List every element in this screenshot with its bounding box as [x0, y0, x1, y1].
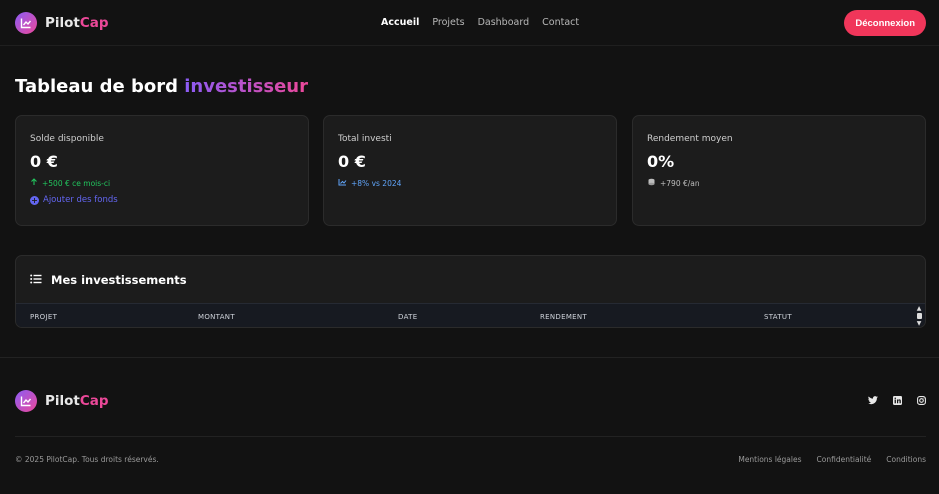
- card-trend: +8% vs 2024: [338, 178, 602, 188]
- chart-line-icon: [15, 390, 37, 412]
- column-header-projet[interactable]: PROJET: [30, 313, 57, 321]
- brand-name: Pilot: [45, 393, 80, 409]
- brand-name-accent: Cap: [79, 393, 109, 409]
- add-funds-link[interactable]: + Ajouter des fonds: [30, 195, 294, 205]
- plus-circle-icon: +: [30, 195, 39, 205]
- column-header-rendement[interactable]: RENDEMENT: [540, 313, 587, 321]
- table-scrollbar[interactable]: ▲ ▼: [915, 303, 923, 327]
- investments-panel: Mes investissements PROJET MONTANT DATE …: [15, 255, 926, 328]
- list-icon: [30, 273, 42, 287]
- table-header: PROJET MONTANT DATE RENDEMENT STATUT: [16, 303, 925, 327]
- arrow-up-icon: [30, 178, 38, 188]
- instagram-icon[interactable]: [916, 395, 926, 405]
- copyright-text: © 2025 PilotCap. Tous droits réservés.: [15, 455, 159, 464]
- legal-links: Mentions légales Confidentialité Conditi…: [738, 455, 926, 464]
- brand-name: Pilot: [45, 14, 80, 31]
- legal-link-mentions[interactable]: Mentions légales: [738, 455, 801, 464]
- card-trend-text: +8% vs 2024: [351, 178, 402, 188]
- page-title: Tableau de bord investisseur: [15, 76, 308, 97]
- add-funds-label: Ajouter des fonds: [43, 195, 118, 205]
- chart-line-icon: [338, 178, 347, 188]
- balance-card: Solde disponible 0 € +500 € ce mois-ci +…: [15, 115, 309, 226]
- social-links: [868, 395, 926, 405]
- nav-item-dashboard[interactable]: Dashboard: [478, 17, 530, 28]
- twitter-icon[interactable]: [868, 395, 878, 405]
- total-invested-card: Total investi 0 € +8% vs 2024: [323, 115, 617, 226]
- card-value: 0%: [647, 152, 675, 171]
- panel-title: Mes investissements: [51, 272, 187, 287]
- card-label: Rendement moyen: [647, 134, 733, 144]
- scroll-down-icon[interactable]: ▼: [917, 320, 922, 327]
- linkedin-icon[interactable]: [892, 395, 902, 405]
- card-label: Total investi: [338, 134, 392, 144]
- card-trend: +790 €/an: [647, 178, 911, 188]
- card-trend: +500 € ce mois-ci: [30, 178, 294, 188]
- footer-divider: [0, 357, 939, 358]
- chart-line-icon: [15, 11, 37, 34]
- page-title-main: Tableau de bord: [15, 76, 178, 97]
- card-label: Solde disponible: [30, 134, 104, 144]
- main-nav: Accueil Projets Dashboard Contact: [381, 17, 579, 28]
- column-header-date[interactable]: DATE: [398, 313, 417, 321]
- page-title-highlight: investisseur: [184, 76, 308, 97]
- scroll-up-icon[interactable]: ▲: [917, 305, 922, 312]
- column-header-statut[interactable]: STATUT: [764, 313, 792, 321]
- card-trend-text: +790 €/an: [660, 178, 700, 188]
- logout-button[interactable]: Déconnexion: [844, 10, 926, 36]
- average-return-card: Rendement moyen 0% +790 €/an: [632, 115, 926, 226]
- nav-item-contact[interactable]: Contact: [542, 17, 579, 28]
- footer-divider: [15, 436, 926, 437]
- nav-item-accueil[interactable]: Accueil: [381, 17, 419, 28]
- nav-item-projets[interactable]: Projets: [432, 17, 464, 28]
- card-value: 0 €: [30, 152, 58, 171]
- brand-logo[interactable]: PilotCap: [15, 11, 109, 34]
- legal-link-conditions[interactable]: Conditions: [886, 455, 926, 464]
- coins-icon: [647, 178, 656, 188]
- legal-link-confidentialite[interactable]: Confidentialité: [817, 455, 872, 464]
- scrollbar-thumb[interactable]: [916, 313, 922, 319]
- brand-name-accent: Cap: [79, 14, 109, 31]
- top-navbar: PilotCap Accueil Projets Dashboard Conta…: [0, 0, 939, 46]
- column-header-montant[interactable]: MONTANT: [198, 313, 235, 321]
- panel-header: Mes investissements: [16, 256, 925, 303]
- card-trend-text: +500 € ce mois-ci: [42, 178, 111, 188]
- card-value: 0 €: [338, 152, 366, 171]
- footer-brand-logo[interactable]: PilotCap: [15, 390, 109, 412]
